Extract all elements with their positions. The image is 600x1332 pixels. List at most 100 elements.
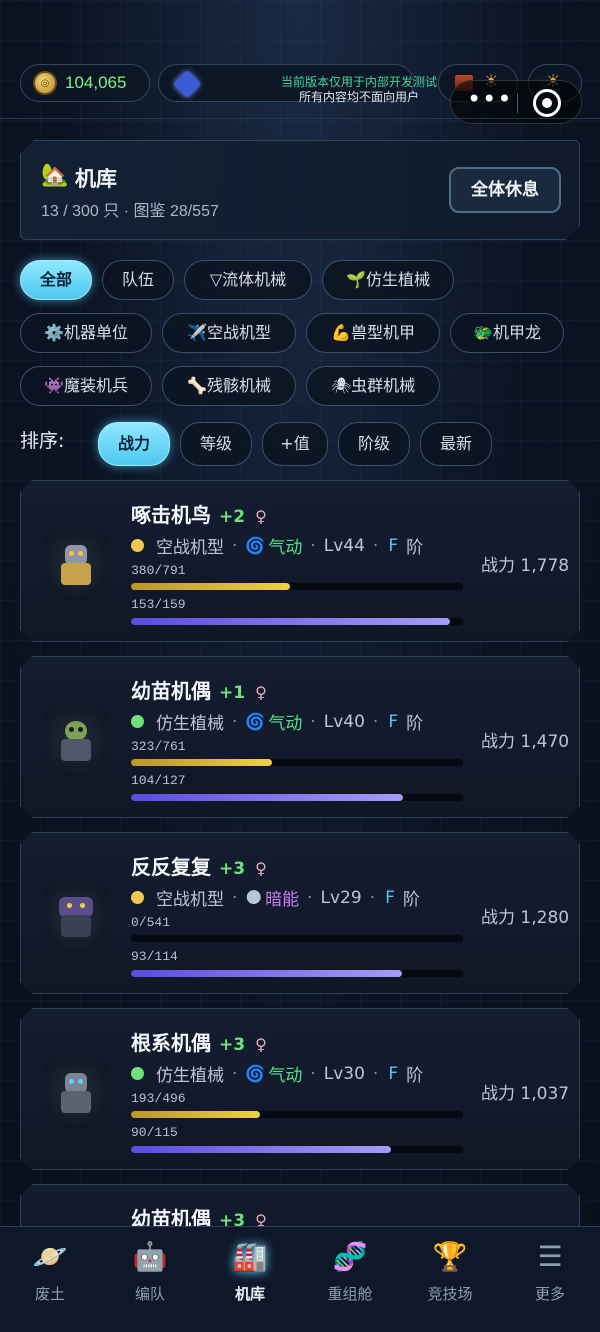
close-miniprogram-icon[interactable] bbox=[533, 89, 561, 117]
sort-newest[interactable]: 最新 bbox=[420, 422, 492, 466]
nav-hangar[interactable]: 🏭 机库 bbox=[200, 1237, 300, 1317]
unit-plus: +3 bbox=[219, 1035, 246, 1055]
hp-text: 153/159 bbox=[131, 597, 186, 612]
sort-power[interactable]: 战力 bbox=[98, 422, 170, 466]
unit-name: 啄击机鸟 +2 ♀ bbox=[131, 503, 267, 527]
factory-icon: 🏭 bbox=[232, 1240, 268, 1273]
unit-power: 战力 1,037 bbox=[481, 1084, 570, 1104]
nav-more[interactable]: ☰ 更多 bbox=[500, 1237, 600, 1317]
hp-text: 93/114 bbox=[131, 949, 178, 964]
unit-card[interactable]: 幼苗机偶 +1 ♀ 仿生植械 · 🌀 气动 · Lv40 · F阶 323/761 104/… bbox=[20, 656, 580, 818]
filter-mech-dragon[interactable]: 🐲机甲龙 bbox=[450, 313, 564, 353]
filter-wreck-machine[interactable]: 🦴残骸机械 bbox=[162, 366, 296, 406]
unit-card[interactable]: 啄击机鸟 +2 ♀ 空战机型 · 🌀 气动 · Lv44 · F阶 380/791 153/… bbox=[20, 480, 580, 642]
filter-magic-soldier[interactable]: 👾魔装机兵 bbox=[20, 366, 152, 406]
page-title: 机库 bbox=[75, 167, 117, 191]
unit-power: 战力 1,280 bbox=[481, 908, 570, 928]
filter-air-combat[interactable]: ✈️空战机型 bbox=[162, 313, 296, 353]
exp-bar bbox=[131, 759, 463, 766]
unit-plus: +1 bbox=[219, 683, 246, 703]
robot-sprite bbox=[59, 897, 93, 917]
capsule-divider bbox=[517, 93, 518, 113]
hp-text: 90/115 bbox=[131, 1125, 178, 1140]
planet-icon: 🪐 bbox=[32, 1240, 68, 1273]
filter-all[interactable]: 全部 bbox=[20, 260, 92, 300]
unit-meta: 仿生植械 · 🌀 气动 · Lv40 · F阶 bbox=[131, 709, 423, 734]
wind-icon: 🌀 bbox=[245, 536, 266, 555]
hp-bar bbox=[131, 794, 463, 801]
filter-swarm-machine[interactable]: 🕷虫群机械 bbox=[306, 366, 440, 406]
robot-sprite bbox=[65, 545, 87, 565]
exp-bar bbox=[131, 1111, 463, 1118]
nav-arena[interactable]: 🏆 竞技场 bbox=[400, 1237, 500, 1317]
female-icon: ♀ bbox=[255, 683, 267, 702]
house-icon: 🏡 bbox=[41, 163, 69, 188]
filter-beast-mech[interactable]: 💪兽型机甲 bbox=[306, 313, 440, 353]
hp-bar bbox=[131, 618, 463, 625]
wind-icon: 🌀 bbox=[245, 712, 266, 731]
robot-icon: 🤖 bbox=[132, 1240, 168, 1273]
trophy-icon: 🏆 bbox=[432, 1240, 468, 1273]
unit-meta: 空战机型 · 🌑 暗能 · Lv29 · F阶 bbox=[131, 885, 420, 910]
wind-icon: 🌀 bbox=[245, 1064, 266, 1083]
exp-bar bbox=[131, 583, 463, 590]
dev-notice-text: 当前版本仅用于内部开发测试 所有内容均不面向用户 bbox=[249, 75, 469, 105]
menu-icon: ☰ bbox=[537, 1240, 563, 1273]
hangar-header: 🏡 机库 13 / 300 只 · 图鉴 28/557 全体休息 bbox=[20, 140, 580, 240]
rest-all-button[interactable]: 全体休息 bbox=[449, 167, 561, 213]
exp-text: 193/496 bbox=[131, 1091, 186, 1106]
unit-avatar bbox=[43, 531, 109, 597]
dna-icon: 🧬 bbox=[332, 1240, 368, 1273]
exp-text: 0/541 bbox=[131, 915, 171, 930]
unit-card[interactable]: 根系机偶 +3 ♀ 仿生植械 · 🌀 气动 · Lv30 · F阶 193/496 90/1… bbox=[20, 1008, 580, 1170]
coin-icon: ◎ bbox=[33, 71, 57, 95]
unit-plus: +2 bbox=[219, 507, 246, 527]
sort-level[interactable]: 等级 bbox=[180, 422, 252, 466]
type-dot bbox=[131, 1067, 144, 1080]
coin-value: 104,065 bbox=[65, 73, 127, 92]
hp-text: 104/127 bbox=[131, 773, 186, 788]
filter-fluid-machine[interactable]: ▽流体机械 bbox=[184, 260, 312, 300]
unit-meta: 仿生植械 · 🌀 气动 · Lv30 · F阶 bbox=[131, 1061, 423, 1086]
crystal-icon bbox=[172, 69, 202, 99]
type-dot bbox=[131, 891, 144, 904]
hangar-capacity: 13 / 300 只 · 图鉴 28/557 bbox=[41, 203, 219, 220]
nav-recombine[interactable]: 🧬 重组舱 bbox=[300, 1237, 400, 1317]
exp-text: 380/791 bbox=[131, 563, 186, 578]
unit-power: 战力 1,470 bbox=[481, 732, 570, 752]
unit-plus: +3 bbox=[219, 859, 246, 879]
unit-avatar bbox=[43, 883, 109, 949]
nav-wasteland[interactable]: 🪐 废土 bbox=[0, 1237, 100, 1317]
filter-machine-unit[interactable]: ⚙️机器单位 bbox=[20, 313, 152, 353]
sort-plus[interactable]: +值 bbox=[262, 422, 328, 466]
sort-rank[interactable]: 阶级 bbox=[338, 422, 410, 466]
dark-orb-icon: 🌑 bbox=[245, 888, 263, 907]
unit-avatar bbox=[43, 707, 109, 773]
robot-sprite bbox=[65, 1073, 87, 1093]
hp-bar bbox=[131, 970, 463, 977]
unit-name: 反反复复 +3 ♀ bbox=[131, 855, 267, 879]
dev-notice-line1: 当前版本仅用于内部开发测试 bbox=[280, 75, 437, 89]
coin-counter[interactable]: ◎ 104,065 bbox=[20, 64, 150, 102]
dev-notice: 当前版本仅用于内部开发测试 所有内容均不面向用户 + bbox=[158, 64, 553, 104]
more-options-icon[interactable]: ••• bbox=[467, 85, 511, 113]
unit-name: 根系机偶 +3 ♀ bbox=[131, 1031, 267, 1055]
female-icon: ♀ bbox=[255, 1035, 267, 1054]
type-dot bbox=[131, 715, 144, 728]
unit-avatar bbox=[43, 1059, 109, 1125]
sort-label: 排序: bbox=[20, 430, 65, 452]
unit-power: 战力 1,778 bbox=[481, 556, 570, 576]
header-divider bbox=[0, 118, 600, 119]
type-dot bbox=[131, 539, 144, 552]
unit-card[interactable]: 反反复复 +3 ♀ 空战机型 · 🌑 暗能 · Lv29 · F阶 0/541 93/114… bbox=[20, 832, 580, 994]
nav-formation[interactable]: 🤖 编队 bbox=[100, 1237, 200, 1317]
hp-bar bbox=[131, 1146, 463, 1153]
exp-bar bbox=[131, 935, 463, 942]
unit-meta: 空战机型 · 🌀 气动 · Lv44 · F阶 bbox=[131, 533, 423, 558]
bottom-nav: 🪐 废土 🤖 编队 🏭 机库 🧬 重组舱 🏆 竞技场 ☰ 更多 bbox=[0, 1226, 600, 1332]
dev-notice-line2: 所有内容均不面向用户 bbox=[298, 90, 419, 104]
filter-bionic-plant[interactable]: 🌱仿生植械 bbox=[322, 260, 454, 300]
female-icon: ♀ bbox=[255, 859, 267, 878]
filter-team[interactable]: 队伍 bbox=[102, 260, 174, 300]
robot-sprite bbox=[65, 721, 87, 741]
